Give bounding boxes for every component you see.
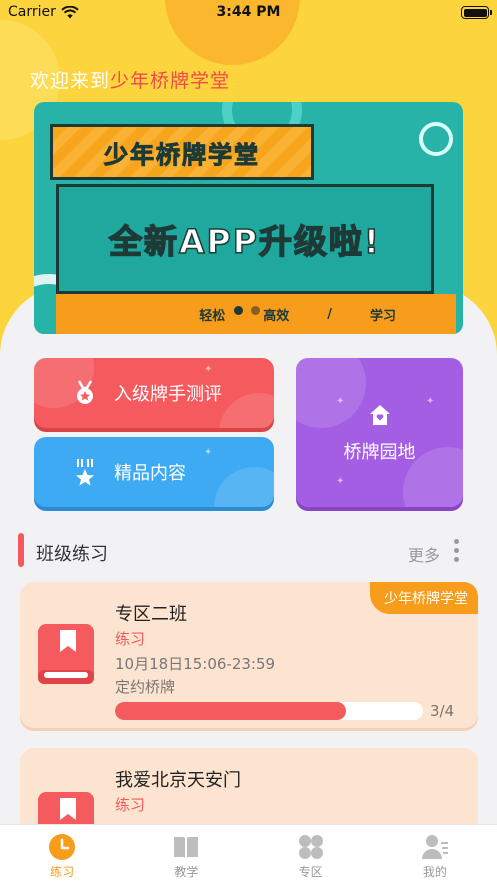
clock-icon [48, 833, 76, 861]
welcome-brand: 少年桥牌学堂 [110, 70, 231, 92]
welcome-text: 欢迎来到少年桥牌学堂 [30, 66, 230, 93]
premium-content-button[interactable]: ✦ 精品内容 [34, 437, 274, 507]
medal-icon [72, 380, 98, 406]
book-icon [38, 624, 94, 684]
banner-headline: 全新APP升级啦! [108, 221, 381, 262]
banner-word: 学习 [369, 308, 396, 324]
card-type: 练习 [115, 630, 146, 648]
sparkle-icon: ✦ [336, 396, 345, 407]
button-decoration [296, 358, 366, 428]
banner-word: 高效 [263, 308, 290, 324]
promo-banner[interactable]: 少年桥牌学堂 全新APP升级啦! 轻松 高效 / 学习 [34, 102, 463, 334]
card-title: 我爱北京天安门 [115, 770, 241, 791]
progress-text: 3/4 [430, 702, 455, 720]
grid-dots-icon [297, 833, 325, 861]
tab-teaching[interactable]: 教学 [124, 825, 248, 883]
banner-decoration [419, 122, 453, 156]
banner-page-dot-active[interactable] [234, 306, 243, 315]
card-subtitle: 定约桥牌 [115, 678, 176, 696]
section-title: 班级练习 [36, 544, 108, 565]
premium-content-label: 精品内容 [114, 463, 186, 484]
banner-page-dot[interactable] [251, 306, 260, 315]
banner-word: 轻松 [199, 308, 226, 324]
progress-bar [115, 702, 423, 720]
card-badge: 少年桥牌学堂 [370, 582, 478, 614]
evaluation-button[interactable]: ✦ 入级牌手测评 [34, 358, 274, 428]
bridge-garden-button[interactable]: ✦ ✦ ✦ 桥牌园地 [296, 358, 463, 507]
button-decoration [219, 393, 274, 428]
banner-tag-text: 少年桥牌学堂 [104, 140, 260, 169]
sparkle-icon: ✦ [204, 364, 213, 375]
star-award-icon [72, 459, 98, 486]
practice-card[interactable]: 少年桥牌学堂 专区二班 练习 10月18日15:06-23:59 定约桥牌 3/… [20, 582, 478, 728]
banner-headline-box: 全新APP升级啦! [56, 184, 434, 294]
card-time: 10月18日15:06-23:59 [115, 655, 276, 673]
tab-label: 专区 [298, 865, 323, 879]
battery-icon [461, 6, 492, 19]
section-accent-bar [18, 533, 24, 567]
tab-label: 练习 [50, 865, 75, 879]
banner-page-indicator[interactable] [234, 306, 260, 315]
card-type: 练习 [115, 796, 146, 814]
more-options-icon[interactable] [454, 539, 459, 562]
tab-mine[interactable]: 我的 [373, 825, 497, 883]
tab-zone[interactable]: 专区 [249, 825, 373, 883]
clock-time: 3:44 PM [216, 4, 281, 20]
house-icon [367, 402, 393, 428]
button-decoration [214, 467, 274, 507]
more-link[interactable]: 更多 [408, 542, 440, 566]
banner-tag: 少年桥牌学堂 [50, 124, 314, 180]
status-bar: Carrier 3:44 PM [0, 0, 497, 26]
user-icon [421, 833, 449, 861]
evaluation-label: 入级牌手测评 [114, 384, 222, 405]
welcome-prefix: 欢迎来到 [30, 70, 111, 92]
tab-practice[interactable]: 练习 [0, 825, 124, 883]
card-title: 专区二班 [115, 604, 187, 625]
sparkle-icon: ✦ [336, 476, 345, 487]
bridge-garden-label: 桥牌园地 [343, 441, 416, 463]
book-open-icon [172, 833, 200, 861]
sparkle-icon: ✦ [204, 447, 213, 458]
banner-word: / [327, 306, 332, 322]
tab-label: 教学 [174, 865, 199, 879]
sparkle-icon: ✦ [426, 396, 435, 407]
progress-bar-fill [115, 702, 346, 720]
tab-bar: 练习 教学 专区 我的 [0, 824, 497, 883]
tab-label: 我的 [422, 865, 447, 879]
